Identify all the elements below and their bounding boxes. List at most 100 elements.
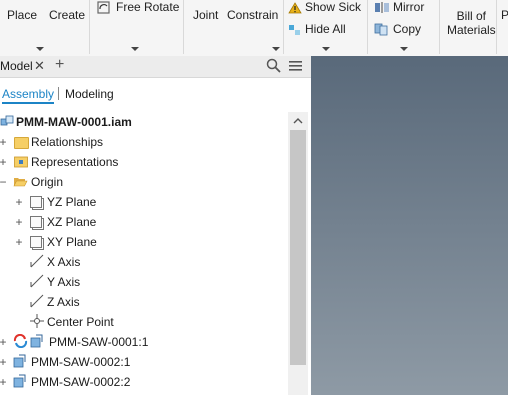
- position-dropdown-caret[interactable]: [131, 47, 139, 51]
- joint-button[interactable]: Joint: [193, 8, 218, 22]
- expand-icon[interactable]: +: [14, 216, 24, 228]
- ribbon: Place Create Free Rotate Joint Constrain…: [0, 0, 508, 57]
- assembly-tab[interactable]: Assembly: [2, 87, 55, 104]
- model-tab-label: Model: [0, 59, 33, 73]
- update-icon: [13, 334, 28, 348]
- plane-icon: [30, 196, 42, 208]
- mirror-button[interactable]: Mirror: [374, 0, 424, 14]
- browser-tab-row: Model ✕ +: [0, 56, 311, 78]
- copy-label: Copy: [393, 22, 422, 36]
- scroll-up-icon[interactable]: [288, 114, 308, 128]
- free-rotate-button[interactable]: Free Rotate: [96, 0, 179, 15]
- tree-item-y-axis[interactable]: Y Axis: [0, 272, 288, 292]
- mirror-label: Mirror: [393, 0, 425, 14]
- place-button[interactable]: Place: [7, 8, 37, 22]
- tree-item-origin[interactable]: − Origin: [0, 172, 288, 192]
- folder-icon: [14, 137, 29, 149]
- tree-item-xy-plane[interactable]: + XY Plane: [0, 232, 288, 252]
- model-tab[interactable]: Model: [0, 59, 33, 73]
- plane-icon: [30, 236, 42, 248]
- axis-icon: [30, 294, 44, 308]
- representations-icon: [14, 156, 28, 168]
- show-sick-button[interactable]: Show Sick: [288, 0, 361, 14]
- ribbon-separator: [496, 0, 497, 54]
- tree-item-label: Center Point: [47, 315, 114, 329]
- tree-item-label: Relationships: [31, 135, 104, 149]
- tree-item-label: PMM-SAW-0002:2: [31, 375, 131, 389]
- tree-item-label: XY Plane: [47, 235, 97, 249]
- create-button[interactable]: Create: [49, 8, 85, 22]
- tree-item-part[interactable]: + PMM-SAW-0002:1: [0, 352, 288, 372]
- tree-item-xz-plane[interactable]: + XZ Plane: [0, 212, 288, 232]
- close-icon[interactable]: ✕: [34, 58, 45, 74]
- center-point-icon: [30, 314, 44, 328]
- add-icon[interactable]: +: [55, 56, 64, 74]
- ribbon-separator: [183, 0, 184, 54]
- assembly-tree: PMM-MAW-0001.iam + Relationships + Repre…: [0, 110, 288, 395]
- modeling-tab[interactable]: Modeling: [65, 87, 114, 101]
- tree-item-relationships[interactable]: + Relationships: [0, 132, 288, 152]
- tree-item-label: PMM-SAW-0002:1: [31, 355, 131, 369]
- tree-item-center-point[interactable]: Center Point: [0, 312, 288, 332]
- copy-icon: [374, 23, 388, 36]
- expand-icon[interactable]: +: [14, 236, 24, 248]
- collapse-icon[interactable]: −: [0, 176, 8, 188]
- tree-item-z-axis[interactable]: Z Axis: [0, 292, 288, 312]
- plane-icon: [30, 216, 42, 228]
- place-dropdown-caret[interactable]: [36, 47, 44, 51]
- expand-icon[interactable]: +: [0, 356, 8, 368]
- joint-label: Joint: [193, 8, 219, 22]
- tree-item-representations[interactable]: + Representations: [0, 152, 288, 172]
- modeling-tab-label: Modeling: [65, 87, 114, 101]
- assembly-icon: [0, 115, 14, 126]
- tree-item-label: Y Axis: [47, 275, 81, 289]
- place-label: Place: [7, 8, 38, 22]
- pattern-dropdown-caret[interactable]: [400, 47, 408, 51]
- bom-label-line2: Materials: [447, 23, 496, 37]
- free-rotate-icon: [97, 1, 110, 14]
- axis-icon: [30, 274, 44, 288]
- tree-scrollbar[interactable]: [288, 112, 308, 395]
- ribbon-separator: [367, 0, 368, 54]
- tree-root[interactable]: PMM-MAW-0001.iam: [0, 112, 288, 132]
- expand-icon[interactable]: +: [14, 196, 24, 208]
- toggle-divider: [58, 87, 59, 100]
- expand-icon[interactable]: +: [0, 376, 8, 388]
- mirror-icon: [375, 2, 389, 14]
- show-sick-label: Show Sick: [305, 0, 362, 14]
- constrain-label: Constrain: [227, 8, 279, 22]
- copy-button[interactable]: Copy: [374, 22, 421, 36]
- assembly-modeling-toggle: Assembly Modeling: [0, 80, 311, 104]
- tree-item-part[interactable]: + PMM-SAW-0001:1: [0, 332, 288, 352]
- scrollbar-thumb[interactable]: [290, 130, 306, 365]
- menu-icon[interactable]: [288, 58, 304, 74]
- expand-icon[interactable]: +: [0, 156, 8, 168]
- tree-item-label: X Axis: [47, 255, 81, 269]
- bill-of-materials-button[interactable]: Bill of Materials: [447, 9, 496, 37]
- tree-item-label: YZ Plane: [47, 195, 97, 209]
- ribbon-separator: [439, 0, 440, 54]
- constrain-button[interactable]: Constrain: [227, 8, 278, 22]
- part-icon: [30, 334, 43, 348]
- tree-root-label: PMM-MAW-0001.iam: [16, 115, 132, 129]
- graphics-viewport[interactable]: [311, 56, 508, 395]
- ribbon-separator: [283, 0, 284, 54]
- tree-item-x-axis[interactable]: X Axis: [0, 252, 288, 272]
- ribbon-separator: [89, 0, 90, 54]
- part-icon: [13, 374, 26, 388]
- expand-icon[interactable]: +: [0, 136, 8, 148]
- hide-all-icon: [289, 24, 300, 35]
- tree-item-label: Representations: [31, 155, 119, 169]
- hide-all-button[interactable]: Hide All: [288, 22, 346, 37]
- search-icon[interactable]: [266, 58, 282, 74]
- part-icon: [13, 354, 26, 368]
- free-rotate-label: Free Rotate: [116, 0, 180, 14]
- tree-item-part[interactable]: + PMM-SAW-0002:2: [0, 372, 288, 392]
- tree-item-label: Origin: [31, 175, 64, 189]
- productivity-dropdown-caret[interactable]: [322, 47, 330, 51]
- expand-icon[interactable]: +: [0, 336, 8, 348]
- relationships-dropdown-caret[interactable]: [272, 47, 280, 51]
- tree-item-label: XZ Plane: [47, 215, 97, 229]
- tree-item-yz-plane[interactable]: + YZ Plane: [0, 192, 288, 212]
- clipped-ribbon-button[interactable]: P: [501, 8, 508, 22]
